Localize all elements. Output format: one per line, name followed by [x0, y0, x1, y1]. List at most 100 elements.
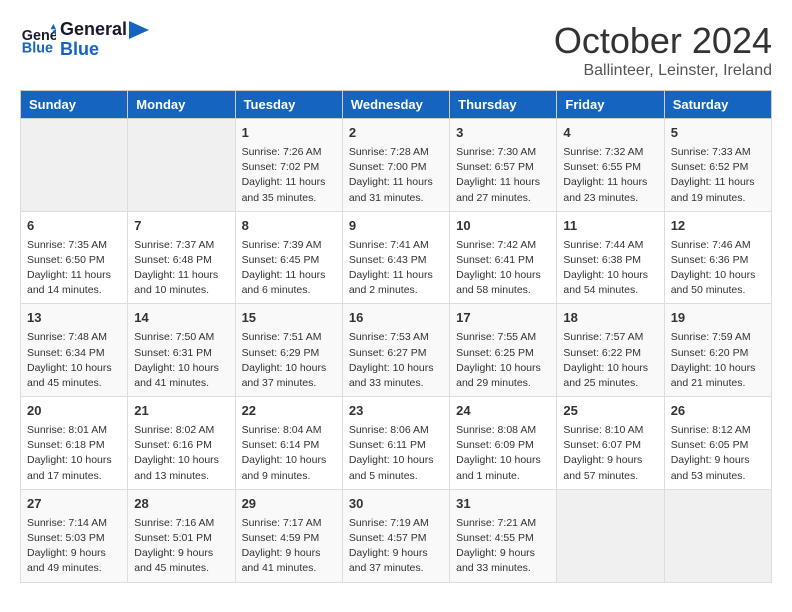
- calendar-cell: 31 Sunrise: 7:21 AM Sunset: 4:55 PM Dayli…: [450, 489, 557, 582]
- day-info: Sunrise: 7:57 AM Sunset: 6:22 PM Dayligh…: [563, 330, 657, 391]
- day-info: Sunrise: 7:37 AM Sunset: 6:48 PM Dayligh…: [134, 238, 228, 299]
- day-number: 30: [349, 495, 443, 514]
- day-info: Sunrise: 8:04 AM Sunset: 6:14 PM Dayligh…: [242, 423, 336, 484]
- calendar-cell: 8 Sunrise: 7:39 AM Sunset: 6:45 PM Daylig…: [235, 211, 342, 304]
- calendar-cell: 1Sunrise: 7:26 AM Sunset: 7:02 PM Daylig…: [235, 119, 342, 212]
- day-info: Sunrise: 8:01 AM Sunset: 6:18 PM Dayligh…: [27, 423, 121, 484]
- calendar-cell: 12 Sunrise: 7:46 AM Sunset: 6:36 PM Dayli…: [664, 211, 771, 304]
- day-number: 4: [563, 124, 657, 143]
- calendar-row-4: 20 Sunrise: 8:01 AM Sunset: 6:18 PM Dayli…: [21, 397, 772, 490]
- calendar-cell: 15 Sunrise: 7:51 AM Sunset: 6:29 PM Dayli…: [235, 304, 342, 397]
- day-number: 25: [563, 402, 657, 421]
- header-monday: Monday: [128, 91, 235, 119]
- calendar-table: SundayMondayTuesdayWednesdayThursdayFrid…: [20, 90, 772, 583]
- calendar-cell: 21Sunrise: 8:02 AM Sunset: 6:16 PM Dayli…: [128, 397, 235, 490]
- calendar-cell: 9 Sunrise: 7:41 AM Sunset: 6:43 PM Daylig…: [342, 211, 449, 304]
- logo-icon: General Blue: [20, 22, 56, 58]
- logo-general: General: [60, 20, 127, 40]
- calendar-cell: [664, 489, 771, 582]
- day-info: Sunrise: 7:39 AM Sunset: 6:45 PM Dayligh…: [242, 238, 336, 299]
- calendar-cell: 22 Sunrise: 8:04 AM Sunset: 6:14 PM Dayli…: [235, 397, 342, 490]
- day-info: Sunrise: 7:19 AM Sunset: 4:57 PM Dayligh…: [349, 516, 443, 577]
- day-number: 27: [27, 495, 121, 514]
- header-friday: Friday: [557, 91, 664, 119]
- day-number: 17: [456, 309, 550, 328]
- calendar-header: SundayMondayTuesdayWednesdayThursdayFrid…: [21, 91, 772, 119]
- day-info: Sunrise: 8:12 AM Sunset: 6:05 PM Dayligh…: [671, 423, 765, 484]
- calendar-cell: 11Sunrise: 7:44 AM Sunset: 6:38 PM Dayli…: [557, 211, 664, 304]
- calendar-cell: 27Sunrise: 7:14 AM Sunset: 5:03 PM Dayli…: [21, 489, 128, 582]
- day-number: 28: [134, 495, 228, 514]
- header-tuesday: Tuesday: [235, 91, 342, 119]
- day-number: 16: [349, 309, 443, 328]
- day-number: 2: [349, 124, 443, 143]
- day-info: Sunrise: 7:41 AM Sunset: 6:43 PM Dayligh…: [349, 238, 443, 299]
- calendar-cell: 20 Sunrise: 8:01 AM Sunset: 6:18 PM Dayli…: [21, 397, 128, 490]
- calendar-cell: [557, 489, 664, 582]
- day-info: Sunrise: 7:30 AM Sunset: 6:57 PM Dayligh…: [456, 145, 550, 206]
- day-number: 9: [349, 217, 443, 236]
- day-info: Sunrise: 7:32 AM Sunset: 6:55 PM Dayligh…: [563, 145, 657, 206]
- day-number: 11: [563, 217, 657, 236]
- day-number: 3: [456, 124, 550, 143]
- calendar-title-area: October 2024 Ballinteer, Leinster, Irela…: [554, 20, 772, 80]
- calendar-cell: 28 Sunrise: 7:16 AM Sunset: 5:01 PM Dayli…: [128, 489, 235, 582]
- calendar-cell: 2Sunrise: 7:28 AM Sunset: 7:00 PM Daylig…: [342, 119, 449, 212]
- calendar-cell: 6 Sunrise: 7:35 AM Sunset: 6:50 PM Daylig…: [21, 211, 128, 304]
- day-info: Sunrise: 7:17 AM Sunset: 4:59 PM Dayligh…: [242, 516, 336, 577]
- calendar-cell: 5 Sunrise: 7:33 AM Sunset: 6:52 PM Daylig…: [664, 119, 771, 212]
- header-sunday: Sunday: [21, 91, 128, 119]
- header-saturday: Saturday: [664, 91, 771, 119]
- day-info: Sunrise: 7:21 AM Sunset: 4:55 PM Dayligh…: [456, 516, 550, 577]
- calendar-cell: 10 Sunrise: 7:42 AM Sunset: 6:41 PM Dayli…: [450, 211, 557, 304]
- day-info: Sunrise: 7:51 AM Sunset: 6:29 PM Dayligh…: [242, 330, 336, 391]
- day-info: Sunrise: 7:35 AM Sunset: 6:50 PM Dayligh…: [27, 238, 121, 299]
- day-number: 26: [671, 402, 765, 421]
- calendar-cell: 13Sunrise: 7:48 AM Sunset: 6:34 PM Dayli…: [21, 304, 128, 397]
- day-number: 18: [563, 309, 657, 328]
- day-number: 24: [456, 402, 550, 421]
- day-info: Sunrise: 8:10 AM Sunset: 6:07 PM Dayligh…: [563, 423, 657, 484]
- calendar-cell: 7Sunrise: 7:37 AM Sunset: 6:48 PM Daylig…: [128, 211, 235, 304]
- day-number: 10: [456, 217, 550, 236]
- calendar-cell: 18 Sunrise: 7:57 AM Sunset: 6:22 PM Dayli…: [557, 304, 664, 397]
- day-info: Sunrise: 7:59 AM Sunset: 6:20 PM Dayligh…: [671, 330, 765, 391]
- svg-text:Blue: Blue: [22, 40, 53, 56]
- day-info: Sunrise: 7:16 AM Sunset: 5:01 PM Dayligh…: [134, 516, 228, 577]
- calendar-cell: 30 Sunrise: 7:19 AM Sunset: 4:57 PM Dayli…: [342, 489, 449, 582]
- calendar-cell: 3 Sunrise: 7:30 AM Sunset: 6:57 PM Daylig…: [450, 119, 557, 212]
- day-number: 5: [671, 124, 765, 143]
- location-title: Ballinteer, Leinster, Ireland: [554, 62, 772, 80]
- day-number: 22: [242, 402, 336, 421]
- day-number: 8: [242, 217, 336, 236]
- calendar-cell: 17 Sunrise: 7:55 AM Sunset: 6:25 PM Dayli…: [450, 304, 557, 397]
- day-number: 15: [242, 309, 336, 328]
- calendar-row-2: 6 Sunrise: 7:35 AM Sunset: 6:50 PM Daylig…: [21, 211, 772, 304]
- day-number: 6: [27, 217, 121, 236]
- month-title: October 2024: [554, 20, 772, 62]
- day-number: 12: [671, 217, 765, 236]
- day-number: 14: [134, 309, 228, 328]
- day-number: 23: [349, 402, 443, 421]
- day-info: Sunrise: 8:08 AM Sunset: 6:09 PM Dayligh…: [456, 423, 550, 484]
- day-info: Sunrise: 8:02 AM Sunset: 6:16 PM Dayligh…: [134, 423, 228, 484]
- calendar-cell: 26 Sunrise: 8:12 AM Sunset: 6:05 PM Dayli…: [664, 397, 771, 490]
- logo-arrow-icon: [129, 21, 149, 39]
- day-number: 13: [27, 309, 121, 328]
- day-number: 31: [456, 495, 550, 514]
- day-info: Sunrise: 7:46 AM Sunset: 6:36 PM Dayligh…: [671, 238, 765, 299]
- calendar-cell: 29 Sunrise: 7:17 AM Sunset: 4:59 PM Dayli…: [235, 489, 342, 582]
- day-info: Sunrise: 7:33 AM Sunset: 6:52 PM Dayligh…: [671, 145, 765, 206]
- day-info: Sunrise: 7:42 AM Sunset: 6:41 PM Dayligh…: [456, 238, 550, 299]
- day-number: 29: [242, 495, 336, 514]
- day-info: Sunrise: 7:26 AM Sunset: 7:02 PM Dayligh…: [242, 145, 336, 206]
- calendar-cell: 23Sunrise: 8:06 AM Sunset: 6:11 PM Dayli…: [342, 397, 449, 490]
- header-thursday: Thursday: [450, 91, 557, 119]
- calendar-cell: 24 Sunrise: 8:08 AM Sunset: 6:09 PM Dayli…: [450, 397, 557, 490]
- calendar-row-3: 13Sunrise: 7:48 AM Sunset: 6:34 PM Dayli…: [21, 304, 772, 397]
- day-info: Sunrise: 7:55 AM Sunset: 6:25 PM Dayligh…: [456, 330, 550, 391]
- day-number: 19: [671, 309, 765, 328]
- calendar-cell: 19 Sunrise: 7:59 AM Sunset: 6:20 PM Dayli…: [664, 304, 771, 397]
- day-number: 20: [27, 402, 121, 421]
- calendar-row-5: 27Sunrise: 7:14 AM Sunset: 5:03 PM Dayli…: [21, 489, 772, 582]
